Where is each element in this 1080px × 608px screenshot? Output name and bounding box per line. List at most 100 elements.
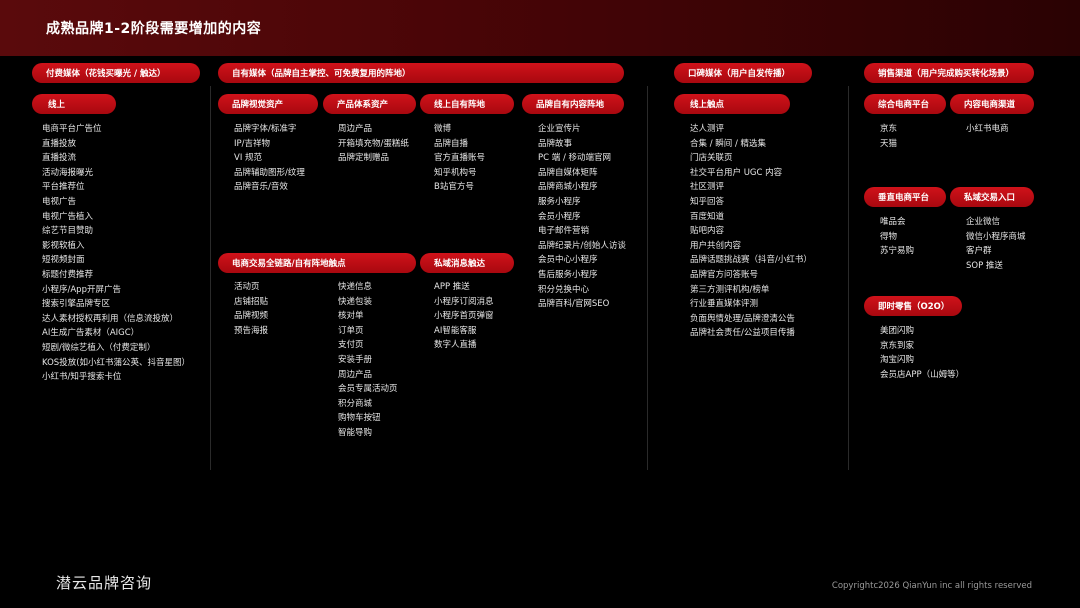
list-item: 品牌字体/标准字 xyxy=(234,124,297,134)
pill-online-touch: 线上触点 xyxy=(674,94,790,114)
list-item: 直播投放 xyxy=(42,138,77,149)
pill-instant-retail: 即时零售（O2O） xyxy=(864,296,962,316)
list-item: 品牌话题挑战赛（抖音/小红书） xyxy=(690,255,812,266)
list-item: 小程序首页弹窗 xyxy=(434,311,494,322)
list-item: 知乎机构号 xyxy=(434,167,477,178)
list-item: 得物 xyxy=(880,231,898,242)
list-online-owned: 微博 品牌自播 官方直播账号 知乎机构号 B站官方号 xyxy=(434,122,485,195)
list-item: 淘宝闪购 xyxy=(880,355,915,366)
list-item: 电商平台广告位 xyxy=(42,124,102,134)
pill-earned-media: 口碑媒体（用户自发传播） xyxy=(674,63,812,83)
list-item: 会员店APP（山姆等） xyxy=(880,369,965,380)
list-item: 综艺节目赞助 xyxy=(42,226,94,237)
list-item: VI 规范 xyxy=(234,153,263,164)
pill-vertical-ecom: 垂直电商平台 xyxy=(864,187,946,207)
pill-online-owned: 线上自有阵地 xyxy=(420,94,514,114)
list-item: 直播投流 xyxy=(42,153,77,164)
list-item: 达人测评 xyxy=(690,124,725,134)
list-item: 用户共创内容 xyxy=(690,240,742,251)
list-item: 品牌纪录片/创始人访谈 xyxy=(538,240,626,251)
list-item: 客户群 xyxy=(966,246,992,257)
list-item: KOS投放(如小红书蒲公英、抖音星图） xyxy=(42,357,191,368)
pill-integrated-ecom: 综合电商平台 xyxy=(864,94,946,114)
list-private-entry: 企业微信 微信小程序商城 客户群 SOP 推送 xyxy=(966,215,1026,273)
list-item: 预告海报 xyxy=(234,325,269,336)
list-item: 品牌故事 xyxy=(538,138,573,149)
list-item: 门店关联页 xyxy=(690,153,733,164)
list-item: 标题付费推荐 xyxy=(42,269,94,280)
list-item: AI生成广告素材（AIGC） xyxy=(42,328,140,339)
list-item: 积分商城 xyxy=(338,398,373,409)
list-item: 售后服务小程序 xyxy=(538,269,598,280)
pill-private-msg: 私域消息触达 xyxy=(420,253,514,273)
list-item: 平台推荐位 xyxy=(42,182,85,193)
list-private-msg: APP 推送 小程序订阅消息 小程序首页弹窗 AI智能客服 数字人直播 xyxy=(434,280,494,353)
list-item: 智能导购 xyxy=(338,427,373,438)
list-item: 店铺招贴 xyxy=(234,296,269,307)
page-title: 成熟品牌1-2阶段需要增加的内容 xyxy=(46,21,262,37)
list-item: 搜索引擎品牌专区 xyxy=(42,299,111,310)
list-item: 数字人直播 xyxy=(434,340,477,351)
list-item: 达人素材授权再利用（信息流投放） xyxy=(42,313,179,324)
list-online-paid: 电商平台广告位 直播投放 直播投流 活动海报曝光 平台推荐位 电视广告 电视广告植入 综艺节目… xyxy=(42,122,190,385)
list-item: 京东到家 xyxy=(880,340,915,351)
list-item: 京东 xyxy=(880,124,898,134)
list-item: 社交平台用户 UGC 内容 xyxy=(690,167,783,178)
pill-content-ecom: 内容电商渠道 xyxy=(950,94,1034,114)
list-item: 影视软植入 xyxy=(42,240,85,251)
list-item: SOP 推送 xyxy=(966,260,1003,271)
list-ecommerce-touch-a: 活动页 店铺招贴 品牌视频 预告海报 xyxy=(234,280,268,338)
list-item: 小红书/知乎搜索卡位 xyxy=(42,372,122,383)
list-item: 负面舆情处理/品牌澄清公告 xyxy=(690,313,795,324)
list-item: 周边产品 xyxy=(338,369,373,380)
list-content-ecom: 小红书电商 xyxy=(966,122,1009,137)
list-brand-content: 企业宣传片 品牌故事 PC 端 / 移动端官网 品牌自媒体矩阵 品牌商城小程序 服务小程序… xyxy=(538,122,626,312)
column-divider xyxy=(210,86,211,470)
list-item: PC 端 / 移动端官网 xyxy=(538,153,612,164)
pill-sales-channel: 销售渠道（用户完成购买转化场景） xyxy=(864,63,1034,83)
list-item: 电视广告 xyxy=(42,196,77,207)
list-item: 企业宣传片 xyxy=(538,124,581,134)
list-integrated-ecom: 京东 天猫 xyxy=(880,122,897,151)
list-item: IP/吉祥物 xyxy=(234,138,270,149)
column-divider xyxy=(848,86,849,470)
footer-logo: 潜云品牌咨询 xyxy=(56,574,153,592)
list-item: 贴吧内容 xyxy=(690,226,725,237)
list-item: 第三方测评机构/榜单 xyxy=(690,284,770,295)
list-item: 购物车按钮 xyxy=(338,413,381,424)
list-item: 短视频封面 xyxy=(42,255,85,266)
pill-product-system: 产品体系资产 xyxy=(323,94,416,114)
list-item: 行业垂直媒体评测 xyxy=(690,299,759,310)
pill-private-entry: 私域交易入口 xyxy=(950,187,1034,207)
pill-brand-content: 品牌自有内容阵地 xyxy=(522,94,624,114)
list-item: 短剧/微综艺植入（付费定制） xyxy=(42,342,156,353)
list-item: 小程序订阅消息 xyxy=(434,296,494,307)
list-item: 品牌音乐/音效 xyxy=(234,182,288,193)
list-item: 核对单 xyxy=(338,311,364,322)
list-item: 周边产品 xyxy=(338,124,373,134)
list-item: 品牌自播 xyxy=(434,138,469,149)
column-divider xyxy=(647,86,648,470)
list-item: 品牌官方问答账号 xyxy=(690,269,759,280)
list-item: 活动页 xyxy=(234,282,260,292)
list-item: APP 推送 xyxy=(434,282,470,292)
list-item: 美团闪购 xyxy=(880,326,915,336)
list-online-touch: 达人测评 合集 / 瞬间 / 精选集 门店关联页 社交平台用户 UGC 内容 社区测评知… xyxy=(690,122,812,341)
list-item: 官方直播账号 xyxy=(434,153,486,164)
pill-online-paid: 线上 xyxy=(32,94,116,114)
list-item: 企业微信 xyxy=(966,217,1001,227)
list-item: 开箱填充物/蛋糕纸 xyxy=(338,138,409,149)
list-item: 小程序/App开屏广告 xyxy=(42,284,121,295)
list-vertical-ecom: 唯品会 得物 苏宁易购 xyxy=(880,215,914,259)
list-item: 品牌百科/官网SEO xyxy=(538,299,610,310)
list-item: 品牌定制赠品 xyxy=(338,153,390,164)
list-instant-retail: 美团闪购京东到家淘宝闪购会员店APP（山姆等） xyxy=(880,324,964,382)
pill-paid-media: 付费媒体（花钱买曝光 / 触达） xyxy=(32,63,200,83)
pill-ecommerce-touch: 电商交易全链路/自有阵地触点 xyxy=(218,253,416,273)
list-ecommerce-touch-b: 快递信息 快递包装 核对单 订单页 支付页 安装手册 周边产品 会员专属活动页 积分商城 购物车按… xyxy=(338,280,398,441)
list-item: 会员专属活动页 xyxy=(338,384,398,395)
list-item: 安装手册 xyxy=(338,354,373,365)
list-item: 天猫 xyxy=(880,138,898,149)
list-item: 品牌社会责任/公益项目传播 xyxy=(690,328,795,339)
list-item: 合集 / 瞬间 / 精选集 xyxy=(690,138,767,149)
